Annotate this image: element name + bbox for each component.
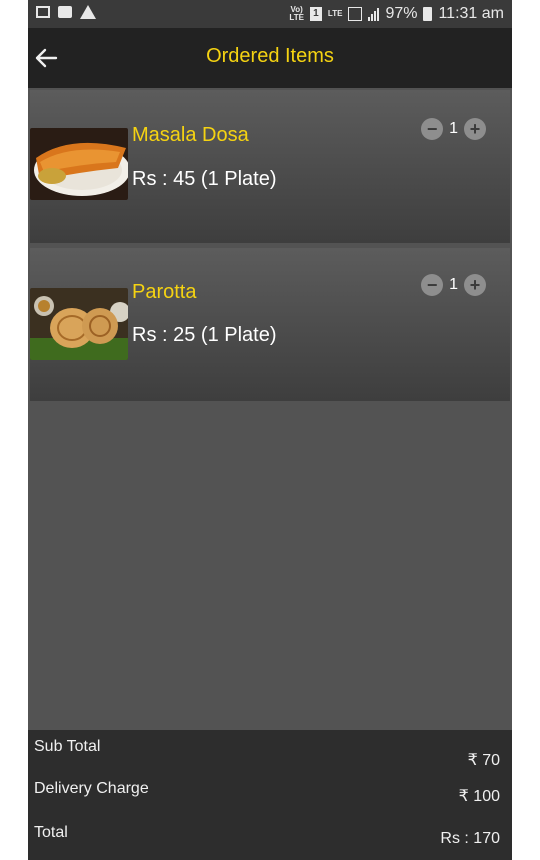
total-row: Total Rs : 170 [34, 824, 500, 848]
clock: 11:31 am [438, 5, 504, 22]
total-label: Total [34, 824, 68, 841]
message-icon [58, 6, 72, 18]
item-name: Masala Dosa [132, 124, 249, 146]
order-summary: Sub Total ₹ 70 Delivery Charge ₹ 100 Tot… [28, 730, 512, 860]
status-bar: Vo) LTE 1 LTE 97% 11:31 am [28, 0, 512, 28]
decrease-quantity-button[interactable]: − [421, 118, 444, 140]
image-icon [36, 6, 50, 18]
delivery-charge-value: ₹ 100 [458, 788, 500, 805]
increase-quantity-button[interactable]: + [464, 118, 486, 140]
parotta-image [30, 288, 128, 360]
delivery-charge-label: Delivery Charge [34, 780, 149, 797]
quantity-stepper: − 1 + [421, 118, 486, 140]
quantity-value: 1 [449, 120, 458, 137]
signal-icon [368, 7, 380, 21]
sub-total-row: Sub Total ₹ 70 [34, 738, 500, 769]
masala-dosa-image [30, 128, 128, 200]
signal-box-icon [348, 7, 363, 21]
order-item-card: Parotta Rs : 25 (1 Plate) − 1 + [30, 248, 510, 401]
order-item-card: Masala Dosa Rs : 45 (1 Plate) − 1 + [30, 90, 510, 243]
network-type-label: LTE [327, 9, 343, 18]
app-screen: Vo)LTE 1 LTE 97% 11:31 am Ordered Items [28, 0, 512, 860]
delivery-charge-row: Delivery Charge ₹ 100 [34, 780, 500, 805]
sub-total-label: Sub Total [34, 738, 101, 755]
decrease-quantity-button[interactable]: − [421, 274, 444, 296]
page-title: Ordered Items [206, 45, 334, 67]
sub-total-value: ₹ 70 [467, 752, 500, 769]
battery-icon [423, 7, 433, 21]
total-value: Rs : 170 [440, 830, 500, 847]
item-price: Rs : 45 (1 Plate) [132, 168, 277, 190]
sim-icon: 1 [309, 7, 322, 21]
item-price: Rs : 25 (1 Plate) [132, 324, 277, 346]
quantity-value: 1 [449, 276, 458, 293]
warning-icon [80, 5, 96, 19]
item-name: Parotta [132, 281, 197, 303]
quantity-stepper: − 1 + [421, 274, 486, 296]
increase-quantity-button[interactable]: + [464, 274, 486, 296]
volte-icon: Vo) LTE [289, 5, 304, 22]
battery-percent: 97% [385, 5, 418, 22]
app-bar: Ordered Items [28, 28, 512, 88]
